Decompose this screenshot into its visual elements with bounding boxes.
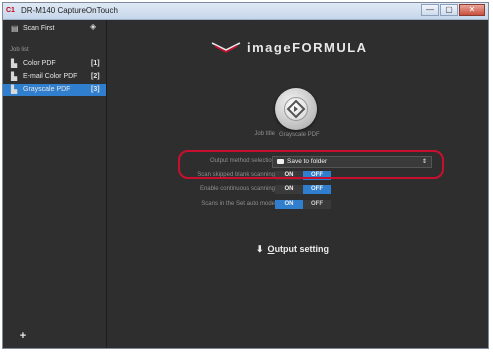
- job-title-value: Grayscale PDF: [279, 132, 320, 138]
- sidebar-item-email-color-pdf[interactable]: ▙ E-mail Color PDF [2]: [3, 71, 106, 83]
- sidebar-item-label: Color PDF: [23, 60, 56, 67]
- minimize-button[interactable]: —: [421, 4, 439, 16]
- output-setting-label: Output setting: [268, 244, 330, 254]
- sidebar-item-grayscale-pdf[interactable]: ▙ Grayscale PDF [3]: [3, 84, 106, 96]
- toggle-off[interactable]: OFF: [303, 185, 331, 194]
- sidebar-item-count: [3]: [91, 86, 100, 93]
- scan-button[interactable]: [275, 88, 317, 130]
- scan-first-settings-icon[interactable]: ◈: [90, 23, 96, 31]
- download-arrow-icon: ⬇: [256, 243, 264, 254]
- option-label-auto-mode: Scans in the Set auto mode: [201, 201, 275, 207]
- sidebar-item-label: Grayscale PDF: [23, 86, 71, 93]
- toggle-off[interactable]: OFF: [303, 200, 331, 209]
- toggle-on[interactable]: ON: [275, 200, 303, 209]
- window-controls: — ▢ ✕: [421, 4, 485, 16]
- sidebar-item-count: [1]: [91, 60, 100, 67]
- auto-mode-toggle[interactable]: ON OFF: [275, 200, 331, 209]
- output-setting-text: utput setting: [274, 244, 330, 254]
- job-list-heading: Job list: [10, 47, 29, 53]
- add-job-button[interactable]: +: [17, 330, 29, 342]
- document-icon: ▙: [11, 72, 18, 81]
- document-icon: ▙: [11, 59, 18, 68]
- maximize-button[interactable]: ▢: [440, 4, 458, 16]
- logo-text: imageFORMULA: [247, 39, 368, 55]
- title-bar: C1 DR-M140 CaptureOnTouch — ▢ ✕: [3, 3, 488, 20]
- start-diamond-icon: [286, 99, 306, 119]
- main-panel: imageFORMULA Job title Grayscale PDF Out…: [107, 20, 488, 348]
- output-setting-mnemonic: O: [267, 244, 275, 254]
- brand-logo: imageFORMULA: [211, 39, 368, 55]
- option-label-continuous: Enable continuous scanning: [199, 186, 275, 192]
- continuous-scan-toggle[interactable]: ON OFF: [275, 185, 331, 194]
- sidebar-item-label: E-mail Color PDF: [23, 73, 78, 80]
- output-setting-button[interactable]: ⬇ Output setting: [256, 243, 329, 255]
- scan-first-label: Scan First: [23, 25, 55, 32]
- document-icon: ▤: [11, 24, 19, 33]
- document-icon: ▙: [11, 85, 18, 94]
- window-title: DR-M140 CaptureOnTouch: [21, 6, 118, 15]
- sidebar-item-count: [2]: [91, 73, 100, 80]
- toggle-on[interactable]: ON: [275, 185, 303, 194]
- logo-swoosh-icon: [211, 42, 241, 53]
- close-button[interactable]: ✕: [459, 4, 485, 16]
- sidebar: ▤ Scan First ◈ Job list ▙ Color PDF [1] …: [3, 20, 107, 348]
- sidebar-item-color-pdf[interactable]: ▙ Color PDF [1]: [3, 58, 106, 70]
- highlight-annotation: [178, 150, 444, 179]
- job-title-label: Job title: [254, 131, 275, 137]
- app-icon: C1: [6, 7, 15, 14]
